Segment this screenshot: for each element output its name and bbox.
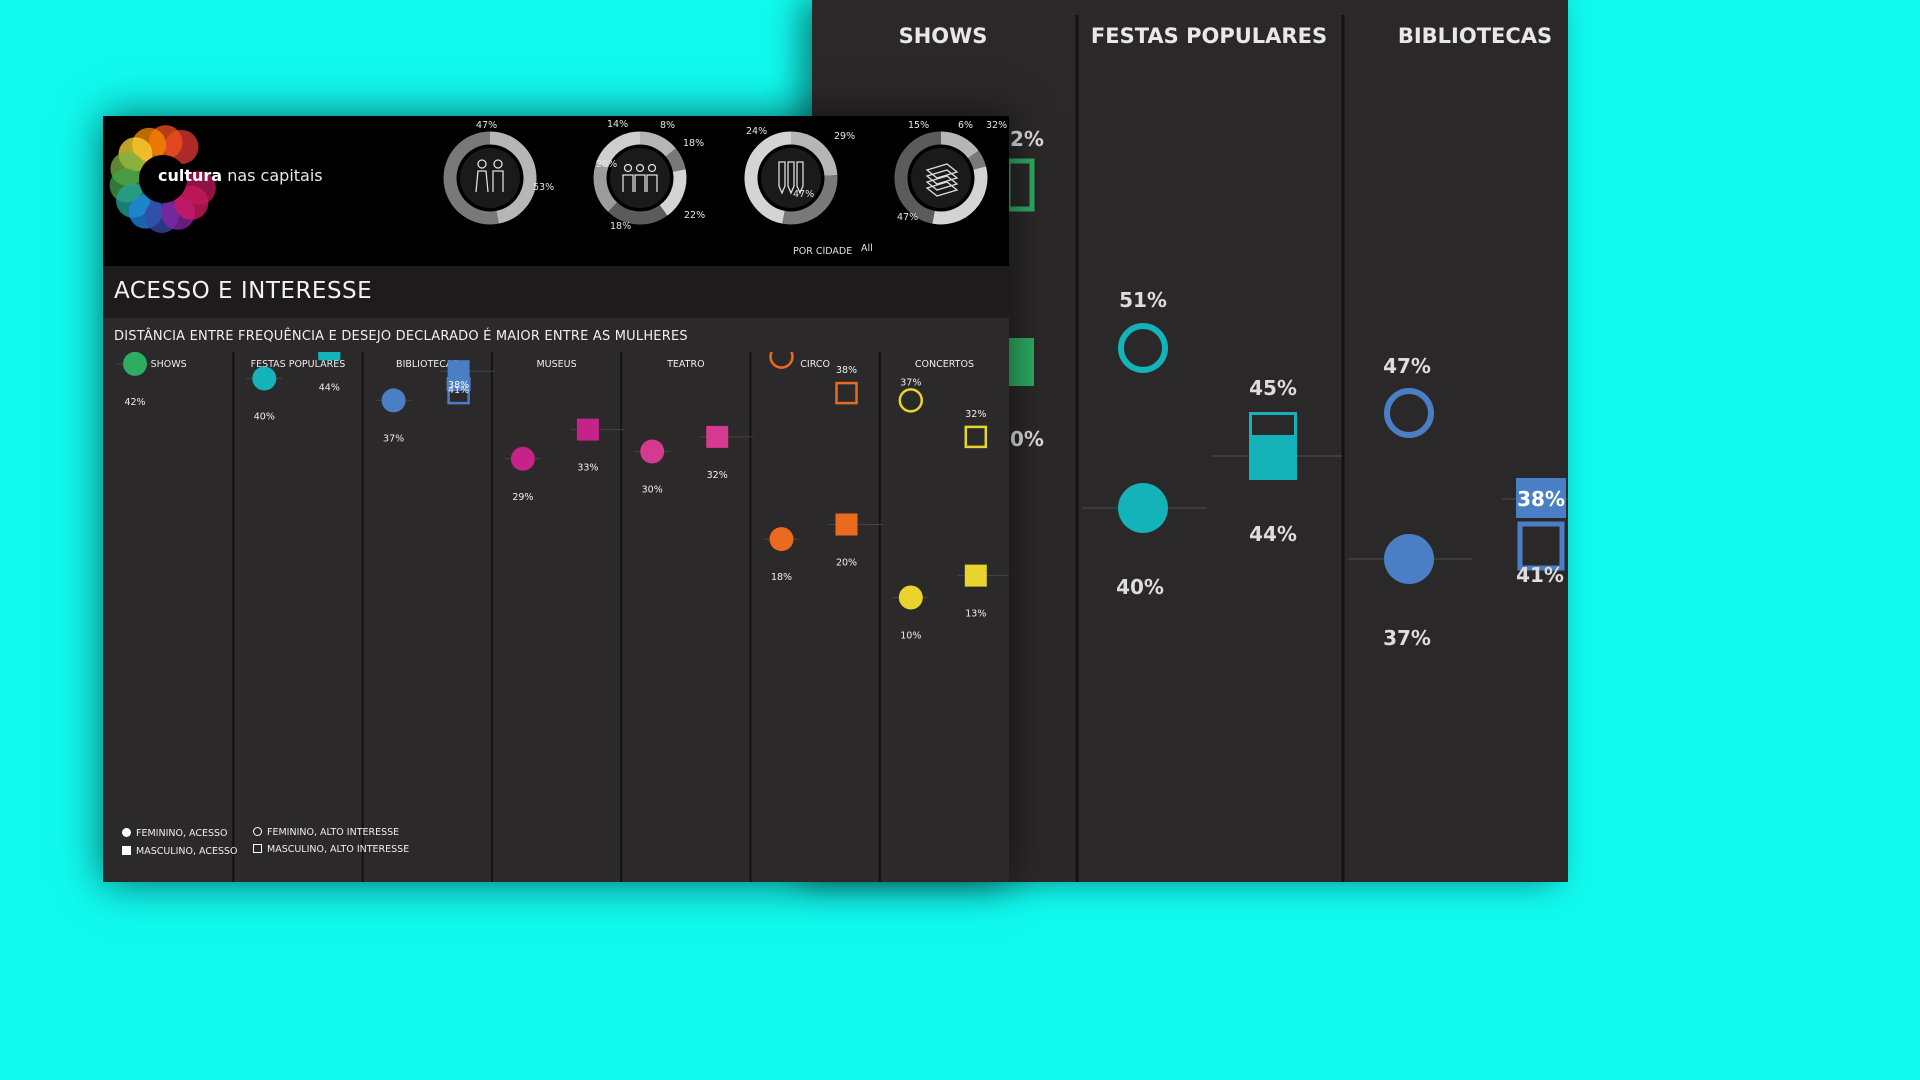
fem-access-point-2 [381, 388, 406, 413]
donut-percent-label: 47% [897, 212, 918, 223]
city-filter-value[interactable]: All [861, 243, 873, 254]
fem-interest-label-6: 37% [900, 377, 921, 388]
donut-percent-label: 20% [596, 159, 617, 170]
fem-interest-point-6 [898, 388, 924, 413]
masc-access-label-6: 13% [965, 609, 986, 620]
masc-access-point-6 [964, 564, 987, 587]
donut-segment [967, 150, 987, 170]
fem-access-point-6 [898, 585, 923, 610]
fem-access-point-3 [510, 446, 535, 471]
masc-access-label-2: 41% [448, 385, 469, 396]
donut-percent-label: 18% [610, 221, 631, 232]
zoom-shows-masc-access-point [1008, 338, 1034, 386]
people-gender-icon [460, 148, 520, 208]
masc-access-point-4 [706, 425, 729, 448]
section-title-band: ACESSO E INTERESSE [103, 266, 1009, 318]
donut-percent-label: 14% [607, 119, 628, 130]
legend-fem-access: FEMININO, ACESSO [122, 828, 228, 839]
fem-access-point-4 [640, 439, 665, 464]
chart-subtitle: DISTÂNCIA ENTRE FREQUÊNCIA E DESEJO DECL… [114, 329, 688, 344]
fem-interest-point-5 [769, 352, 794, 369]
filled-square-icon [122, 846, 131, 855]
zoom-bib-fem-interest-label: 47% [1383, 354, 1431, 378]
masc-access-label-5: 20% [836, 558, 857, 569]
legend-masc-access: MASCULINO, ACESSO [122, 846, 238, 857]
donut-percent-label: 15% [908, 120, 929, 131]
masc-access-label-3: 33% [577, 463, 598, 474]
filled-circle-icon [122, 828, 131, 837]
fem-access-point-5 [769, 527, 794, 552]
zoom-festas-masc-access-label: 44% [1249, 522, 1297, 546]
zoom-festas-fem-interest-label: 51% [1119, 288, 1167, 312]
zoom-festas-masc-interest-gap [1252, 415, 1294, 435]
donut-segment [665, 148, 686, 173]
fem-access-label-5: 18% [771, 572, 792, 583]
zoom-header-0: SHOWS [899, 24, 988, 48]
donut-percent-label: 24% [746, 126, 767, 137]
donut-percent-label: 6% [958, 120, 973, 131]
city-filter-label: POR CIDADE [793, 246, 853, 257]
section-title: ACESSO E INTERESSE [114, 278, 373, 304]
fem-access-label-4: 30% [642, 485, 663, 496]
column-header-5: CIRCO [800, 359, 830, 370]
column-header-3: MUSEUS [536, 359, 576, 370]
zoom-bib-masc-access-point [1517, 521, 1565, 571]
zoom-shows-masc-interest-label: 2% [1010, 127, 1044, 151]
donut-percent-label: 22% [684, 210, 705, 221]
donut-percent-label: 47% [793, 189, 814, 200]
access-interest-chart: SHOWS FESTAS POPULARES BIBLIOTECAS MUSEUS TE… [117, 352, 1009, 882]
screenshot-stage: SHOWSFESTAS POPULARESBIBLIOTECAS66%2%0%5… [0, 0, 1568, 882]
column-header-4: TEATRO [666, 359, 704, 370]
fem-access-label-6: 10% [900, 631, 921, 642]
fem-access-label-0: 42% [124, 397, 145, 408]
zoom-bib-masc-access-label: 41% [1516, 563, 1564, 587]
masc-interest-point-6 [964, 425, 988, 449]
legend-fem-interest: FEMININO, ALTO INTERESSE [253, 827, 399, 838]
donut-percent-label: 32% [986, 120, 1007, 131]
fem-access-label-2: 37% [383, 433, 404, 444]
masc-access-label-4: 32% [707, 470, 728, 481]
masc-access-label-1: 44% [319, 382, 340, 393]
zoom-bib-fem-access-point [1384, 534, 1434, 584]
column-header-0: SHOWS [151, 359, 187, 370]
zoom-shows-masc-access-label: 0% [1010, 427, 1044, 451]
zoom-festas-fem-access-point [1118, 483, 1168, 533]
masc-access-point-5 [835, 513, 858, 536]
legend-masc-interest: MASCULINO, ALTO INTERESSE [253, 844, 409, 855]
zoom-bib-masc-interest-label: 38% [1517, 487, 1565, 511]
donut-percent-label: 53% [533, 182, 554, 193]
donut-segment [608, 202, 668, 225]
donut-percent-label: 29% [834, 131, 855, 142]
fem-access-point-0 [123, 352, 147, 376]
zoom-festas-fem-interest-point [1118, 323, 1168, 373]
fem-access-point-1 [252, 366, 277, 391]
fem-access-label-1: 40% [254, 412, 275, 423]
zoom-header-2: BIBLIOTECAS [1398, 24, 1552, 48]
donut-percent-label: 47% [476, 120, 497, 131]
masc-access-point-3 [576, 418, 599, 441]
family-group-icon [610, 148, 670, 208]
dashboard-header: cultura nas capitais 47% 53% 14% 8% 18% 22% 18… [103, 116, 1009, 266]
column-header-6: CONCERTOS [915, 359, 974, 370]
outline-circle-icon [253, 827, 262, 836]
zoom-header-1: FESTAS POPULARES [1091, 24, 1327, 48]
zoom-bib-fem-interest-point [1384, 388, 1434, 438]
zoom-festas-fem-access-label: 40% [1116, 575, 1164, 599]
dashboard-card: cultura nas capitais 47% 53% 14% 8% 18% 22% 18… [103, 116, 1009, 882]
masc-interest-label-5: 38% [836, 365, 857, 376]
zoom-bib-fem-access-label: 37% [1383, 626, 1431, 650]
masc-interest-label-6: 32% [965, 409, 986, 420]
donut-percent-label: 18% [683, 138, 704, 149]
outline-square-icon [253, 844, 262, 853]
donut-percent-label: 8% [660, 120, 675, 131]
demographic-donuts: 47% 53% 14% 8% 18% 22% 18% 20% 24% 29% 47% 15% 6% 32%… [443, 119, 1007, 232]
zoom-shows-masc-interest-point [1005, 158, 1035, 212]
fem-access-label-3: 29% [512, 492, 533, 503]
masc-interest-point-5 [835, 381, 858, 405]
zoom-festas-masc-interest-label: 45% [1249, 376, 1297, 400]
